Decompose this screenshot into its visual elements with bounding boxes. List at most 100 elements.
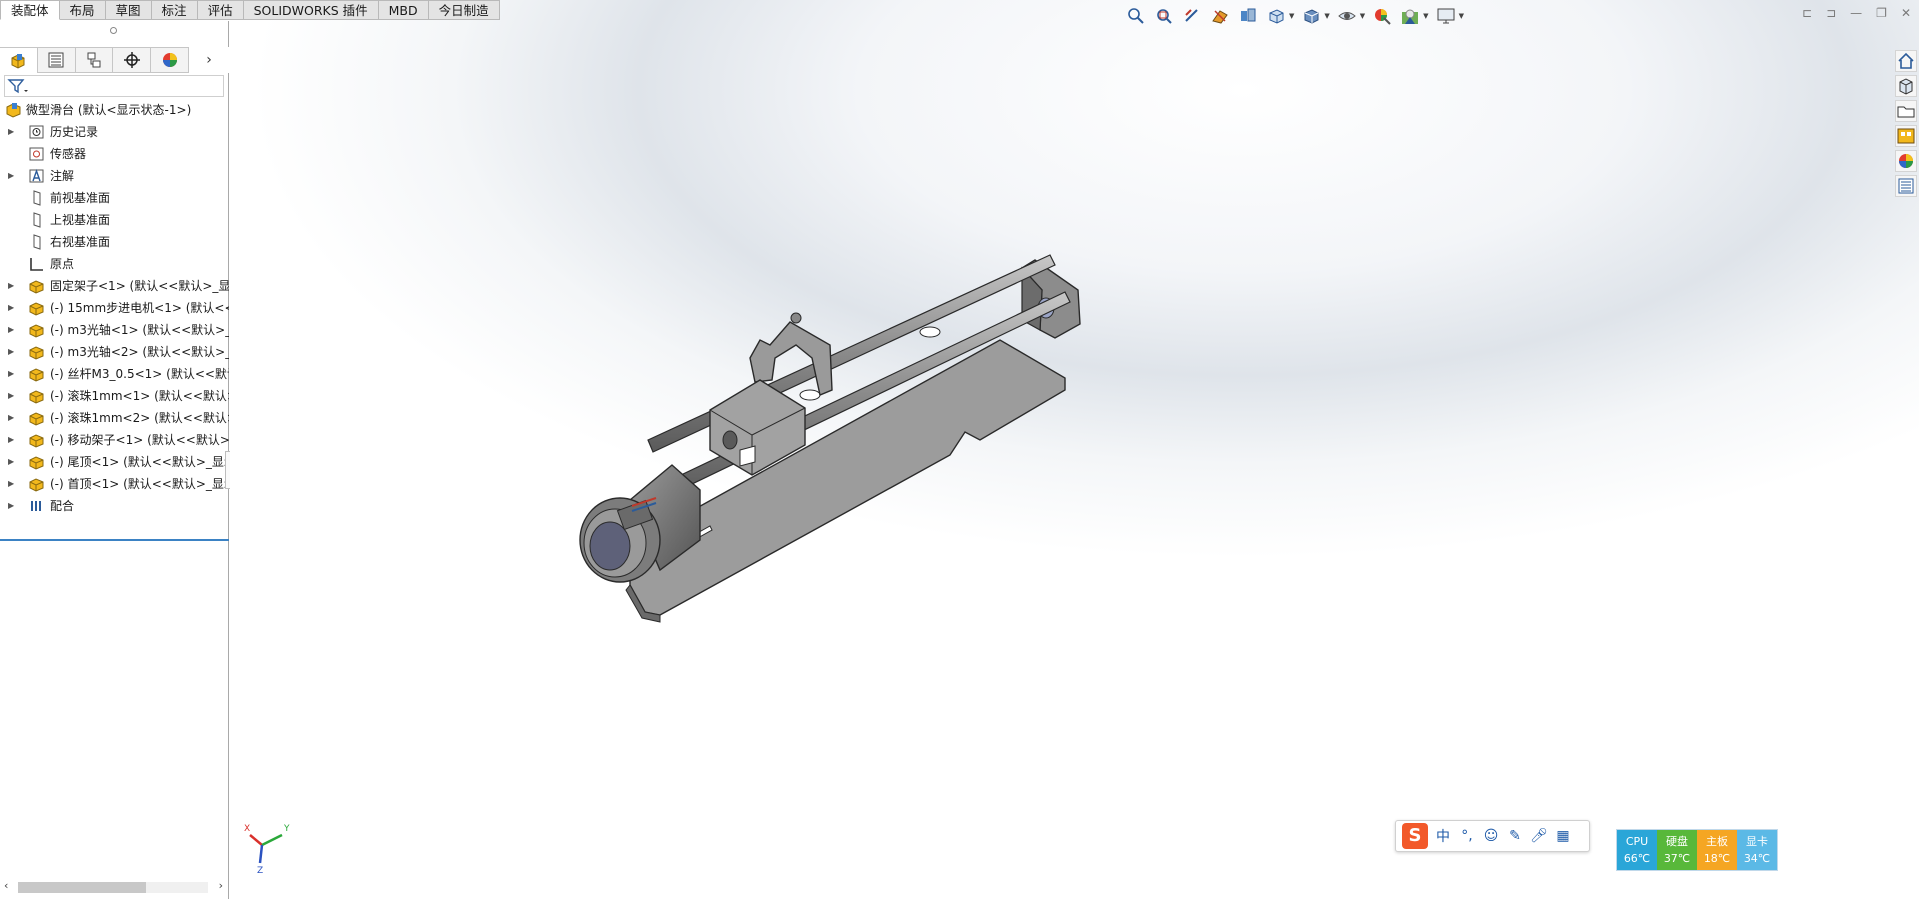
triad-y-label: Y [283, 824, 290, 834]
tree-item[interactable]: 右视基准面 [0, 231, 229, 253]
expand-arrow-icon[interactable]: ▶ [8, 363, 18, 385]
tree-item[interactable]: 原点 [0, 253, 229, 275]
expand-arrow-icon[interactable]: ▶ [8, 121, 18, 143]
tab-assembly[interactable]: 装配体 [0, 0, 60, 20]
tree-item[interactable]: ▶ (-) 尾顶<1> (默认<<默认>_显示状态 1>) [0, 451, 229, 473]
part-icon [29, 390, 44, 404]
tree-item[interactable]: ▶ (-) 15mm步进电机<1> (默认<<默认>_显示状态 1>) [0, 297, 229, 319]
tree-item[interactable]: ▶ (-) 滚珠1mm<2> (默认<<默认>_显示状态 1>) [0, 407, 229, 429]
custom-properties-icon[interactable] [1895, 175, 1917, 197]
property-manager-tab[interactable] [37, 47, 76, 73]
expand-arrow-icon[interactable]: ▶ [8, 341, 18, 363]
expand-arrow-icon[interactable]: ▶ [8, 385, 18, 407]
horizontal-scrollbar[interactable]: ‹ › [0, 879, 229, 895]
panel-grip[interactable] [110, 27, 117, 34]
tab-evaluate[interactable]: 评估 [197, 0, 244, 20]
view-orientation-icon[interactable] [1265, 6, 1287, 26]
expand-arrow-icon[interactable]: ▶ [8, 429, 18, 451]
panel-tabs-more-button[interactable]: › [189, 47, 229, 73]
expand-arrow-icon[interactable]: ▶ [8, 407, 18, 429]
expand-arrow-icon[interactable]: ▶ [8, 297, 18, 319]
graphics-area[interactable]: ▼ ▼ ▼ ▼ ▼ ⊏ ⊐ — ❐ ✕ X Y Z S 中 °, ☺ ✎ 🎤︎ … [230, 0, 1919, 899]
chevron-right-icon: › [206, 52, 212, 68]
tile-right-icon[interactable]: ⊐ [1826, 6, 1836, 20]
scroll-right-icon[interactable]: › [219, 879, 223, 892]
monitor-label: 硬盘 [1666, 835, 1688, 848]
tab-sketch[interactable]: 草图 [105, 0, 152, 20]
expand-arrow-icon[interactable]: ▶ [8, 451, 18, 473]
appearances-scenes-icon[interactable] [1895, 150, 1917, 172]
emoji-icon[interactable]: ☺ [1482, 828, 1500, 844]
minimize-icon[interactable]: — [1850, 6, 1862, 20]
dimxpert-tab[interactable] [113, 47, 152, 73]
tree-root[interactable]: 微型滑台 (默认<显示状态-1>) [0, 99, 229, 121]
expand-arrow-icon[interactable]: ▶ [8, 473, 18, 495]
tree-item[interactable]: 上视基准面 [0, 209, 229, 231]
microphone-icon[interactable]: 🎤︎ [1530, 828, 1548, 844]
tile-left-icon[interactable]: ⊏ [1802, 6, 1812, 20]
tree-item[interactable]: ▶ (-) 移动架子<1> (默认<<默认>_显示状态 1>) [0, 429, 229, 451]
file-explorer-icon[interactable] [1895, 100, 1917, 122]
monitor-cell: 主板 18℃ [1697, 830, 1737, 870]
feature-manager-tab[interactable] [0, 47, 38, 73]
hardware-monitor: CPU 66℃ 硬盘 37℃ 主板 18℃ 显卡 34℃ [1617, 830, 1777, 870]
panel-tabs: › [0, 47, 229, 73]
solidworks-resources-icon[interactable] [1895, 50, 1917, 72]
previous-view-icon[interactable] [1181, 6, 1203, 26]
restore-icon[interactable]: ❐ [1876, 6, 1887, 20]
scroll-left-icon[interactable]: ‹ [4, 879, 8, 892]
tree-filter[interactable] [4, 75, 224, 97]
feature-manager-icon [11, 53, 25, 69]
skin-icon[interactable]: ✎ [1506, 828, 1524, 844]
section-view-icon[interactable] [1209, 6, 1231, 26]
tab-markup[interactable]: 标注 [151, 0, 198, 20]
dynamic-annotation-icon[interactable] [1237, 6, 1259, 26]
tree-root-label: 微型滑台 (默认<显示状态-1>) [26, 103, 192, 117]
zoom-to-fit-icon[interactable] [1125, 6, 1147, 26]
tree-item[interactable]: ▶ (-) 滚珠1mm<1> (默认<<默认>_显示状态 1>) [0, 385, 229, 407]
hide-show-dropdown-icon[interactable]: ▼ [1360, 12, 1365, 20]
view-orientation-dropdown-icon[interactable]: ▼ [1289, 12, 1294, 20]
ime-punctuation-toggle[interactable]: °, [1458, 828, 1476, 844]
zoom-to-area-icon[interactable] [1153, 6, 1175, 26]
configuration-manager-tab[interactable] [75, 47, 114, 73]
edit-appearance-icon[interactable] [1371, 6, 1393, 26]
expand-arrow-icon[interactable]: ▶ [8, 165, 18, 187]
tree-item[interactable]: 前视基准面 [0, 187, 229, 209]
tree-item[interactable]: ▶ (-) 首顶<1> (默认<<默认>_显示状态 1>) [0, 473, 229, 495]
assembly-model[interactable] [560, 250, 1480, 640]
dimxpert-icon [123, 52, 140, 68]
scroll-thumb[interactable] [18, 882, 146, 893]
expand-arrow-icon[interactable]: ▶ [8, 319, 18, 341]
tab-layout[interactable]: 布局 [59, 0, 106, 20]
view-settings-dropdown-icon[interactable]: ▼ [1459, 12, 1464, 20]
tree-item[interactable]: ▶ 配合 [0, 495, 229, 517]
apply-scene-dropdown-icon[interactable]: ▼ [1423, 12, 1428, 20]
tree-item[interactable]: ▶ (-) m3光轴<1> (默认<<默认>_显示状态 1>) [0, 319, 229, 341]
ime-language-toggle[interactable]: 中 [1434, 826, 1452, 846]
apply-scene-icon[interactable] [1399, 6, 1421, 26]
tree-item[interactable]: ▶ (-) m3光轴<2> (默认<<默认>_显示状态 1>) [0, 341, 229, 363]
tab-solidworks-addins[interactable]: SOLIDWORKS 插件 [243, 0, 379, 20]
tree-item[interactable]: ▶ 注解 [0, 165, 229, 187]
design-library-icon[interactable] [1895, 75, 1917, 97]
view-palette-icon[interactable] [1895, 125, 1917, 147]
display-style-icon[interactable] [1300, 6, 1322, 26]
expand-arrow-icon[interactable]: ▶ [8, 495, 18, 517]
tab-mbd[interactable]: MBD [378, 0, 429, 20]
tree-item[interactable]: ▶ 固定架子<1> (默认<<默认>_显示状态 1>) [0, 275, 229, 297]
triad-z-label: Z [257, 866, 263, 875]
monitor-label: 显卡 [1746, 835, 1768, 848]
tree-item[interactable]: 传感器 [0, 143, 229, 165]
tree-item[interactable]: ▶ 历史记录 [0, 121, 229, 143]
expand-arrow-icon[interactable]: ▶ [8, 275, 18, 297]
display-style-dropdown-icon[interactable]: ▼ [1324, 12, 1329, 20]
tab-make-today[interactable]: 今日制造 [428, 0, 500, 20]
toolbox-icon[interactable]: ▦ [1554, 828, 1572, 844]
close-icon[interactable]: ✕ [1901, 6, 1911, 20]
hide-show-items-icon[interactable] [1336, 6, 1358, 26]
tree-item[interactable]: ▶ (-) 丝杆M3_0.5<1> (默认<<默认>_显示状态 1>) [0, 363, 229, 385]
display-manager-tab[interactable] [151, 47, 190, 73]
sogou-logo[interactable]: S [1402, 823, 1428, 849]
view-settings-icon[interactable] [1435, 6, 1457, 26]
